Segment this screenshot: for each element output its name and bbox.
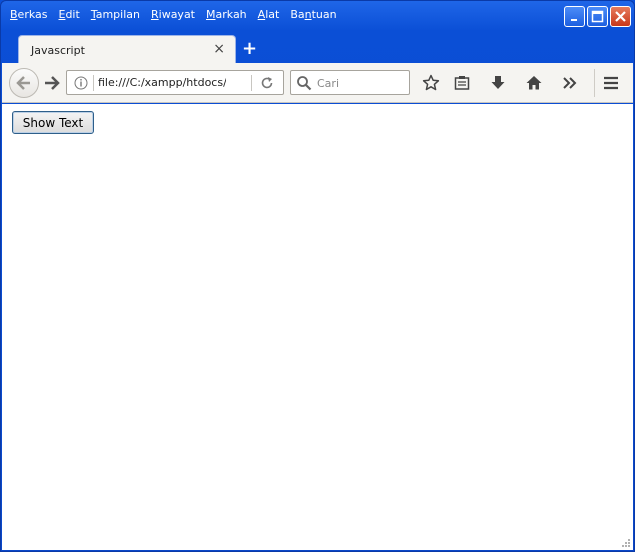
- menu-riwayat[interactable]: Riwayat: [146, 8, 200, 21]
- new-tab-button[interactable]: +: [242, 38, 257, 59]
- back-button[interactable]: [9, 68, 39, 98]
- download-arrow-icon: [491, 76, 505, 89]
- search-bar[interactable]: Cari: [290, 70, 410, 95]
- home-button[interactable]: [523, 72, 545, 94]
- overflow-button[interactable]: [559, 72, 581, 94]
- browser-window: Berkas Edit Tampilan Riwayat Markah Alat…: [0, 0, 635, 552]
- tab-strip: Javascript × +: [2, 32, 633, 63]
- clipboard-icon: [454, 76, 470, 90]
- star-icon: [422, 74, 440, 91]
- toolbar-separator: [594, 69, 595, 97]
- menu-tampilan[interactable]: Tampilan: [86, 8, 145, 21]
- reading-list-button[interactable]: [451, 72, 473, 94]
- forward-button[interactable]: [42, 73, 62, 93]
- back-arrow-icon: [16, 76, 30, 90]
- url-text[interactable]: file:///C:/xampp/htdocs/Ja: [98, 76, 226, 89]
- maximize-icon: [588, 7, 607, 26]
- menu-edit[interactable]: Edit: [54, 8, 85, 21]
- maximize-button[interactable]: [587, 6, 608, 27]
- menu-button[interactable]: [600, 72, 622, 94]
- minimize-icon: [565, 7, 584, 26]
- close-window-button[interactable]: [610, 6, 631, 27]
- page-content: Show Text: [2, 104, 633, 550]
- bookmark-button[interactable]: [420, 72, 442, 94]
- hamburger-icon: [604, 76, 618, 90]
- tab-javascript[interactable]: Javascript ×: [18, 35, 236, 63]
- navigation-toolbar: file:///C:/xampp/htdocs/Ja Cari: [2, 63, 633, 103]
- menu-markah[interactable]: Markah: [201, 8, 252, 21]
- close-icon: [611, 7, 630, 26]
- tab-close-icon[interactable]: ×: [213, 41, 225, 57]
- forward-arrow-icon: [45, 76, 60, 90]
- double-chevron-icon: [563, 77, 577, 89]
- menu-berkas[interactable]: Berkas: [5, 8, 53, 21]
- show-text-button[interactable]: Show Text: [12, 111, 94, 134]
- window-controls: [564, 6, 631, 27]
- info-icon[interactable]: [74, 76, 88, 90]
- minimize-button[interactable]: [564, 6, 585, 27]
- home-icon: [526, 76, 542, 90]
- search-placeholder: Cari: [317, 77, 339, 90]
- tab-title: Javascript: [31, 44, 85, 57]
- reload-icon[interactable]: [260, 76, 274, 90]
- menu-alat[interactable]: Alat: [253, 8, 285, 21]
- resize-grip-icon[interactable]: [621, 538, 631, 548]
- search-icon: [296, 75, 312, 91]
- url-separator: [93, 75, 94, 91]
- download-button[interactable]: [487, 72, 509, 94]
- url-bar[interactable]: file:///C:/xampp/htdocs/Ja: [66, 70, 284, 95]
- menubar: Berkas Edit Tampilan Riwayat Markah Alat…: [5, 5, 343, 23]
- menu-bantuan[interactable]: Bantuan: [285, 8, 341, 21]
- url-separator: [251, 75, 252, 91]
